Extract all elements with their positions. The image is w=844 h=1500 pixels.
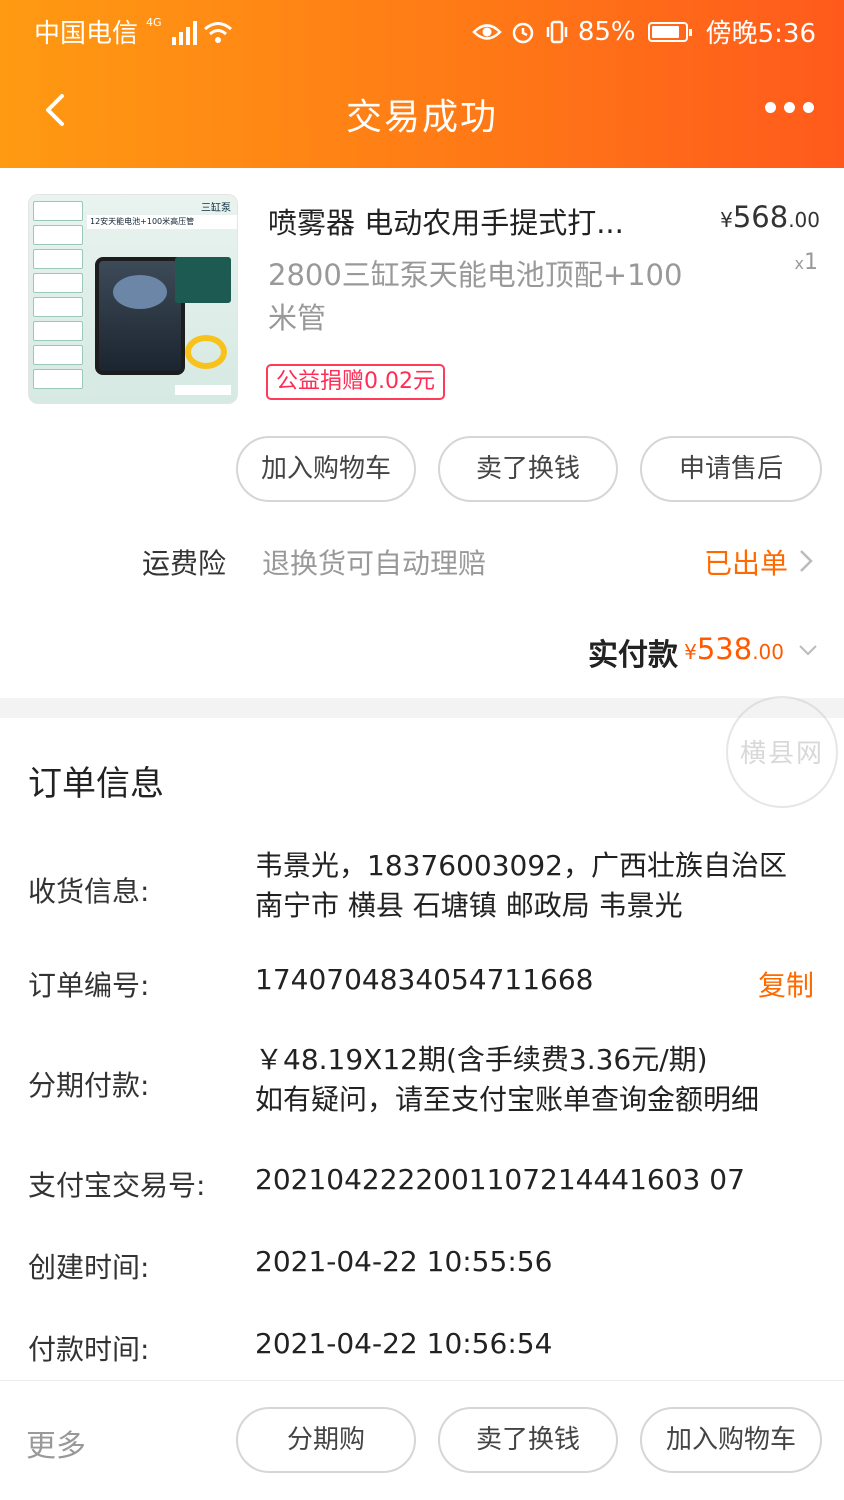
header: 中国电信 4G 85% 傍晚5:36 交易成功	[0, 0, 844, 168]
insurance-label: 运费险	[142, 547, 227, 580]
alarm-icon	[512, 22, 534, 43]
insurance-desc: 退换货可自动理赔	[262, 547, 487, 580]
watermark-logo: 横县网	[726, 696, 838, 808]
section-divider	[0, 698, 844, 718]
order-info-title: 订单信息	[28, 764, 164, 804]
receiver-line2: 南宁市 横县 石塘镇 邮政局 韦景光	[255, 889, 683, 922]
receiver-row: 收货信息: 韦景光，18376003092，广西壮族自治区 南宁市 横县 石塘镇…	[0, 846, 844, 936]
more-menu-button[interactable]	[765, 102, 814, 113]
created-time-value: 2021-04-22 10:55:56	[255, 1245, 553, 1278]
sprayer-machine-graphic	[95, 257, 185, 375]
paid-dec: .00	[752, 640, 784, 664]
resell-button[interactable]: 卖了换钱	[438, 436, 618, 502]
image-accessory-strip	[33, 201, 83, 397]
alipay-number-label: 支付宝交易号:	[28, 1169, 206, 1202]
created-time-row: 创建时间: 2021-04-22 10:55:56	[0, 1245, 844, 1290]
status-left: 中国电信 4G	[34, 13, 233, 50]
battery-graphic	[175, 257, 231, 303]
copy-order-number-button[interactable]: 复制	[758, 964, 814, 1004]
image-tag: 三缸泵	[201, 203, 231, 214]
installment-row: 分期付款: ￥48.19X12期(含手续费3.36元/期) 如有疑问，请至支付宝…	[0, 1040, 844, 1130]
wifi-icon	[203, 21, 232, 43]
vibrate-icon	[546, 20, 568, 43]
product-card[interactable]: 三缸泵 12安天能电池+100米高压管 喷雾器 电动农用手提式打... ¥568…	[28, 194, 828, 404]
after-sale-button[interactable]: 申请售后	[640, 436, 822, 502]
product-title[interactable]: 喷雾器 电动农用手提式打...	[268, 200, 668, 242]
status-right: 85% 傍晚5:36	[472, 13, 816, 50]
product-sku: 2800三缸泵天能电池顶配+100米管	[268, 258, 683, 335]
battery-icon	[647, 21, 692, 42]
paid-time-row: 付款时间: 2021-04-22 10:56:54	[0, 1327, 844, 1372]
page-title: 交易成功	[345, 97, 498, 138]
more-button[interactable]: 更多	[26, 1421, 86, 1465]
installment-buy-button[interactable]: 分期购	[236, 1407, 416, 1473]
qty-prefix: x	[794, 254, 804, 273]
receiver-label: 收货信息:	[28, 875, 150, 908]
add-to-cart-button[interactable]: 加入购物车	[236, 436, 416, 502]
charity-badge: 公益捐赠0.02元	[266, 364, 445, 400]
order-number-row: 订单编号: 1740704834054711668 复制	[0, 963, 844, 1008]
bottom-resell-button[interactable]: 卖了换钱	[438, 1407, 618, 1473]
alipay-number-value: 2021042222001107214441603 07	[255, 1163, 745, 1196]
more-dots-icon	[765, 102, 776, 113]
paid-time-value: 2021-04-22 10:56:54	[255, 1327, 553, 1360]
bottom-action-bar: 更多 分期购 卖了换钱 加入购物车	[0, 1380, 844, 1500]
more-dots-icon	[803, 102, 814, 113]
order-number-value: 1740704834054711668	[255, 963, 594, 996]
receiver-line1: 韦景光，18376003092，广西壮族自治区	[255, 849, 787, 882]
chevron-down-icon[interactable]	[798, 644, 818, 656]
status-bar: 中国电信 4G 85% 傍晚5:36	[0, 0, 844, 62]
order-number-label: 订单编号:	[28, 969, 150, 1002]
signal-icon	[171, 19, 197, 45]
paid-label: 实付款	[588, 638, 678, 673]
alipay-number-row: 支付宝交易号: 2021042222001107214441603 07	[0, 1163, 844, 1208]
more-dots-icon	[784, 102, 795, 113]
insurance-status: 已出单	[703, 547, 788, 580]
shipping-insurance-row[interactable]: 运费险 退换货可自动理赔 已出单	[0, 536, 844, 586]
installment-line2: 如有疑问，请至支付宝账单查询金额明细	[255, 1083, 760, 1116]
network-type: 4G	[146, 16, 162, 29]
paid-symbol: ¥	[684, 640, 697, 664]
carrier-label: 中国电信	[34, 19, 139, 49]
installment-line1: ￥48.19X12期(含手续费3.36元/期)	[255, 1043, 708, 1076]
installment-label: 分期付款:	[28, 1069, 150, 1102]
price-dec: .00	[788, 208, 820, 232]
created-time-label: 创建时间:	[28, 1251, 150, 1284]
installment-value: ￥48.19X12期(含手续费3.36元/期) 如有疑问，请至支付宝账单查询金额…	[255, 1040, 825, 1120]
product-image[interactable]: 三缸泵 12安天能电池+100米高压管	[28, 194, 238, 404]
price-int: 568	[732, 200, 789, 234]
price-symbol: ¥	[720, 208, 733, 232]
hose-graphic	[185, 335, 227, 369]
paid-int: 538	[696, 632, 753, 666]
clock: 傍晚5:36	[705, 19, 816, 49]
chevron-right-icon	[800, 550, 813, 572]
product-quantity: x1	[795, 250, 818, 275]
payment-row[interactable]: 实付款 ¥538.00	[0, 626, 844, 676]
nav-bar: 交易成功	[0, 62, 844, 168]
receiver-value: 韦景光，18376003092，广西壮族自治区 南宁市 横县 石塘镇 邮政局 韦…	[255, 846, 825, 926]
battery-percent: 85%	[577, 16, 636, 47]
bottom-add-to-cart-button[interactable]: 加入购物车	[640, 1407, 822, 1473]
image-band: 12安天能电池+100米高压管	[87, 215, 237, 229]
qty-value: 1	[804, 250, 818, 275]
eye-icon	[472, 23, 502, 40]
paid-amount: ¥538.00	[684, 632, 784, 666]
image-caption-strip	[175, 385, 231, 395]
product-price: ¥568.00	[720, 200, 820, 234]
paid-time-label: 付款时间:	[28, 1333, 150, 1366]
